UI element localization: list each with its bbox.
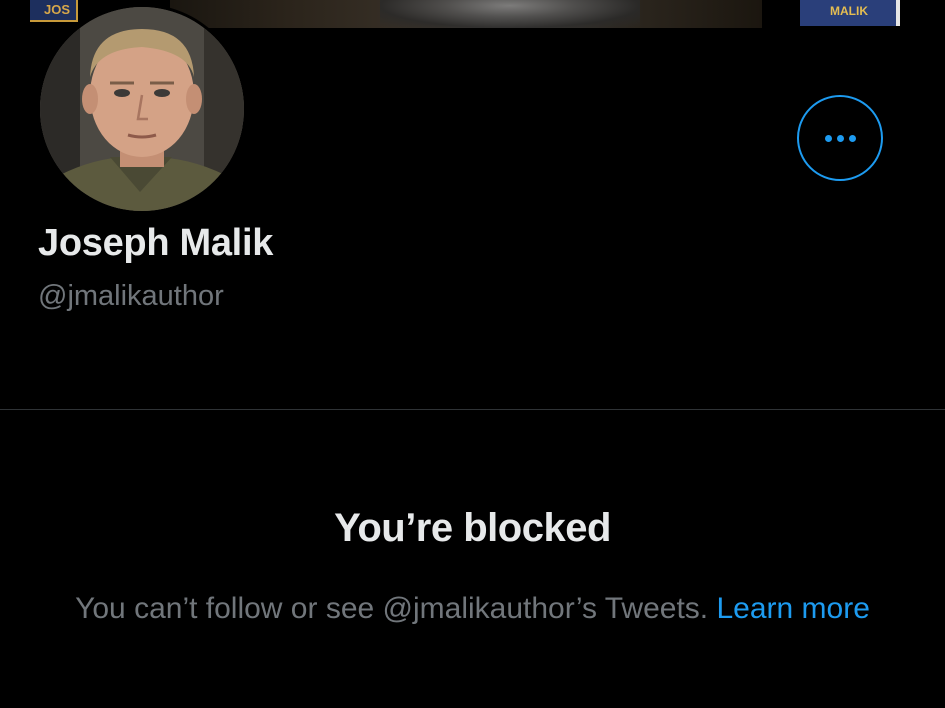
blocked-title: You’re blocked xyxy=(334,506,611,550)
banner-book-right-text: MALIK xyxy=(830,4,868,18)
blocked-message: You can’t follow or see @jmalikauthor’s … xyxy=(60,586,885,632)
banner-book-cover-right: MALIK xyxy=(800,0,900,26)
avatar-portrait xyxy=(40,7,244,211)
more-horizontal-icon xyxy=(824,134,856,142)
more-options-button[interactable] xyxy=(797,95,883,181)
profile-display-name: Joseph Malik xyxy=(38,222,274,264)
banner-book-left-text: JOS xyxy=(44,2,71,17)
banner-figure xyxy=(380,0,640,28)
divider xyxy=(0,409,945,410)
avatar-image xyxy=(40,7,244,211)
banner-artwork xyxy=(170,0,762,28)
banner-book-cover-left: JOS xyxy=(30,0,78,22)
learn-more-link[interactable]: Learn more xyxy=(716,592,869,625)
profile-page: JOS MALIK Joseph Malik @jmalikauthor You… xyxy=(0,0,945,708)
avatar[interactable] xyxy=(37,4,247,214)
profile-handle: @jmalikauthor xyxy=(38,280,224,312)
blocked-message-text: You can’t follow or see @jmalikauthor’s … xyxy=(75,592,709,625)
